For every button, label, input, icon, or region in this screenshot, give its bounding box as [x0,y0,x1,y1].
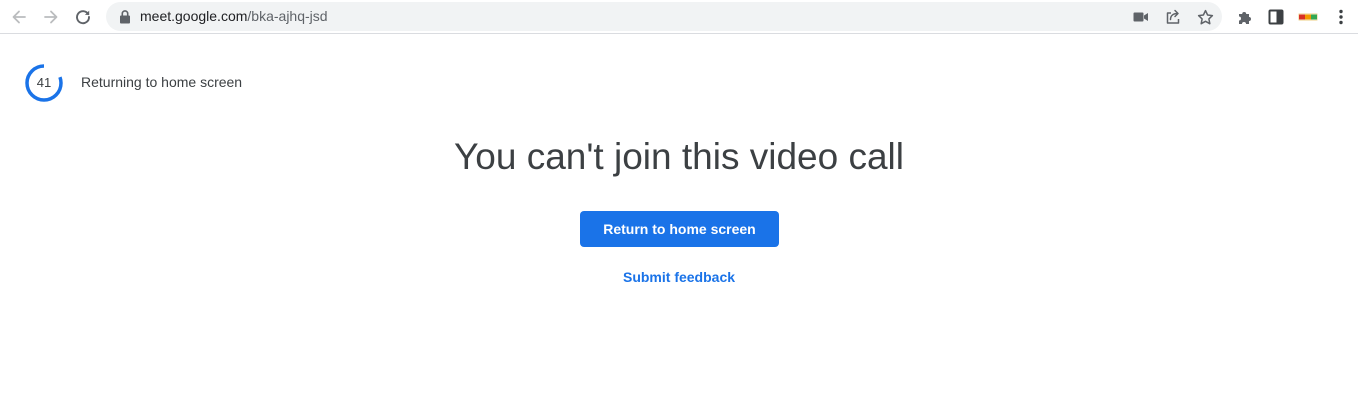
reload-button[interactable] [70,4,96,30]
extension-badge-icon [1298,13,1318,21]
url-text[interactable]: meet.google.com/bka-ajhq-jsd [140,2,328,31]
reload-icon [76,10,90,25]
side-panel-button[interactable] [1264,5,1288,29]
kebab-menu-icon [1339,9,1343,25]
bookmark-button[interactable] [1194,6,1216,28]
submit-feedback-link[interactable]: Submit feedback [623,269,735,285]
address-bar[interactable]: meet.google.com/bka-ajhq-jsd [106,2,1222,31]
url-path: /bka-ajhq-jsd [247,8,328,24]
camera-in-use-button[interactable] [1130,6,1152,28]
share-button[interactable] [1162,6,1184,28]
star-icon [1197,9,1213,24]
page-title: You can't join this video call [454,136,904,177]
browser-menu-button[interactable] [1329,5,1353,29]
countdown-timer: 41 [24,63,64,103]
extension-badge-button[interactable] [1296,5,1320,29]
arrow-left-icon [12,10,26,24]
forward-button[interactable] [38,4,64,30]
browser-toolbar: meet.google.com/bka-ajhq-jsd [0,0,1358,34]
side-panel-icon [1268,9,1284,25]
lock-icon[interactable] [118,9,132,24]
camera-icon [1133,12,1148,22]
feedback-link-row: Submit feedback [0,268,1358,286]
countdown-value: 41 [36,75,52,90]
return-to-home-button[interactable]: Return to home screen [580,211,779,247]
puzzle-icon [1238,11,1251,24]
share-icon [1166,9,1180,24]
countdown-label: Returning to home screen [81,74,243,90]
arrow-right-icon [44,10,58,24]
back-button[interactable] [6,4,32,30]
url-host: meet.google.com [140,8,248,24]
extensions-button[interactable] [1233,5,1257,29]
